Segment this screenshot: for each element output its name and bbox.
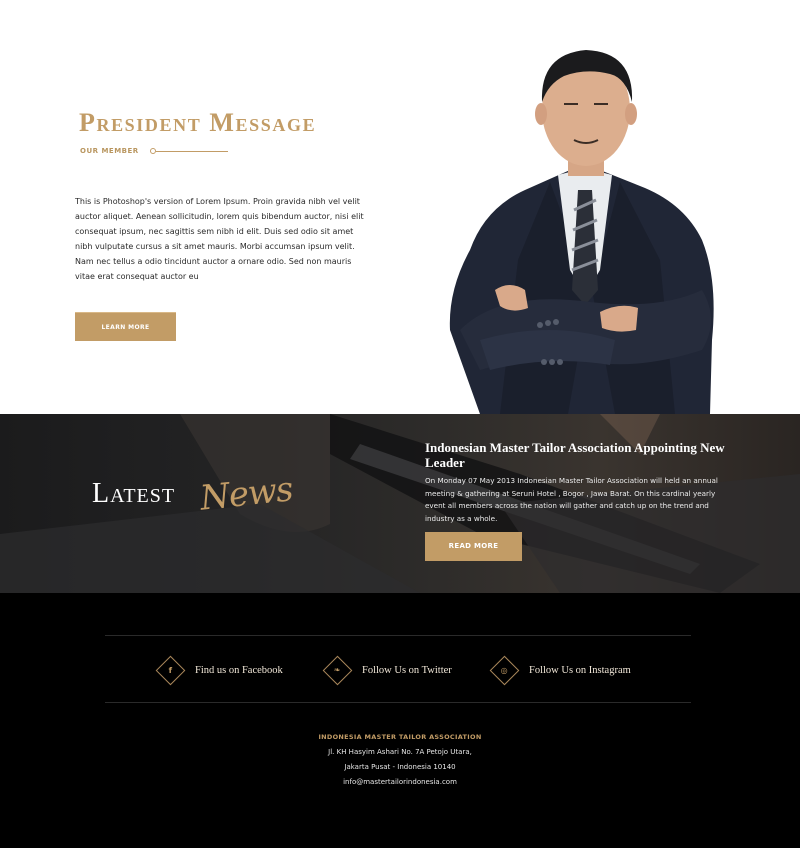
twitter-link-label: Follow Us on Twitter [362,664,452,676]
footer-bottom-divider [105,702,691,703]
president-portrait [449,50,714,414]
instagram-link-label: Follow Us on Instagram [529,664,631,676]
instagram-link[interactable]: ◎ Follow Us on Instagram [489,655,631,685]
footer-email-link[interactable]: info@mastertailorindonesia.com [0,778,800,786]
president-subtitle: OUR MEMBER [80,147,139,155]
news-article-excerpt: On Monday 07 May 2013 Indonesian Master … [425,476,718,523]
footer-address-line2: Jakarta Pusat - Indonesia 10140 [344,763,456,771]
footer-top-divider [105,635,691,636]
facebook-icon: f [155,655,186,685]
instagram-icon: ◎ [489,655,520,685]
president-title: President Message [79,108,317,137]
footer-association-name: INDONESIA MASTER TAILOR ASSOCIATION [318,733,482,741]
facebook-link[interactable]: f Find us on Facebook [155,655,283,685]
title-divider [150,147,230,155]
divider-line [156,151,228,152]
news-heading-latest: Latest [92,478,176,509]
president-body: This is Photoshop's version of Lorem Ips… [75,197,364,281]
twitter-link[interactable]: ❧ Follow Us on Twitter [322,655,452,685]
facebook-link-label: Find us on Facebook [195,664,283,676]
footer-address-line1: Jl. KH Hasyim Ashari No. 7A Petojo Utara… [328,748,472,756]
learn-more-button[interactable]: LEARN MORE [75,312,176,341]
read-more-button[interactable]: READ MORE [425,532,522,561]
news-article-title[interactable]: Indonesian Master Tailor Association App… [425,440,725,470]
footer [0,593,800,848]
president-section: President Message OUR MEMBER This is Pho… [0,0,800,414]
twitter-icon: ❧ [322,655,353,685]
